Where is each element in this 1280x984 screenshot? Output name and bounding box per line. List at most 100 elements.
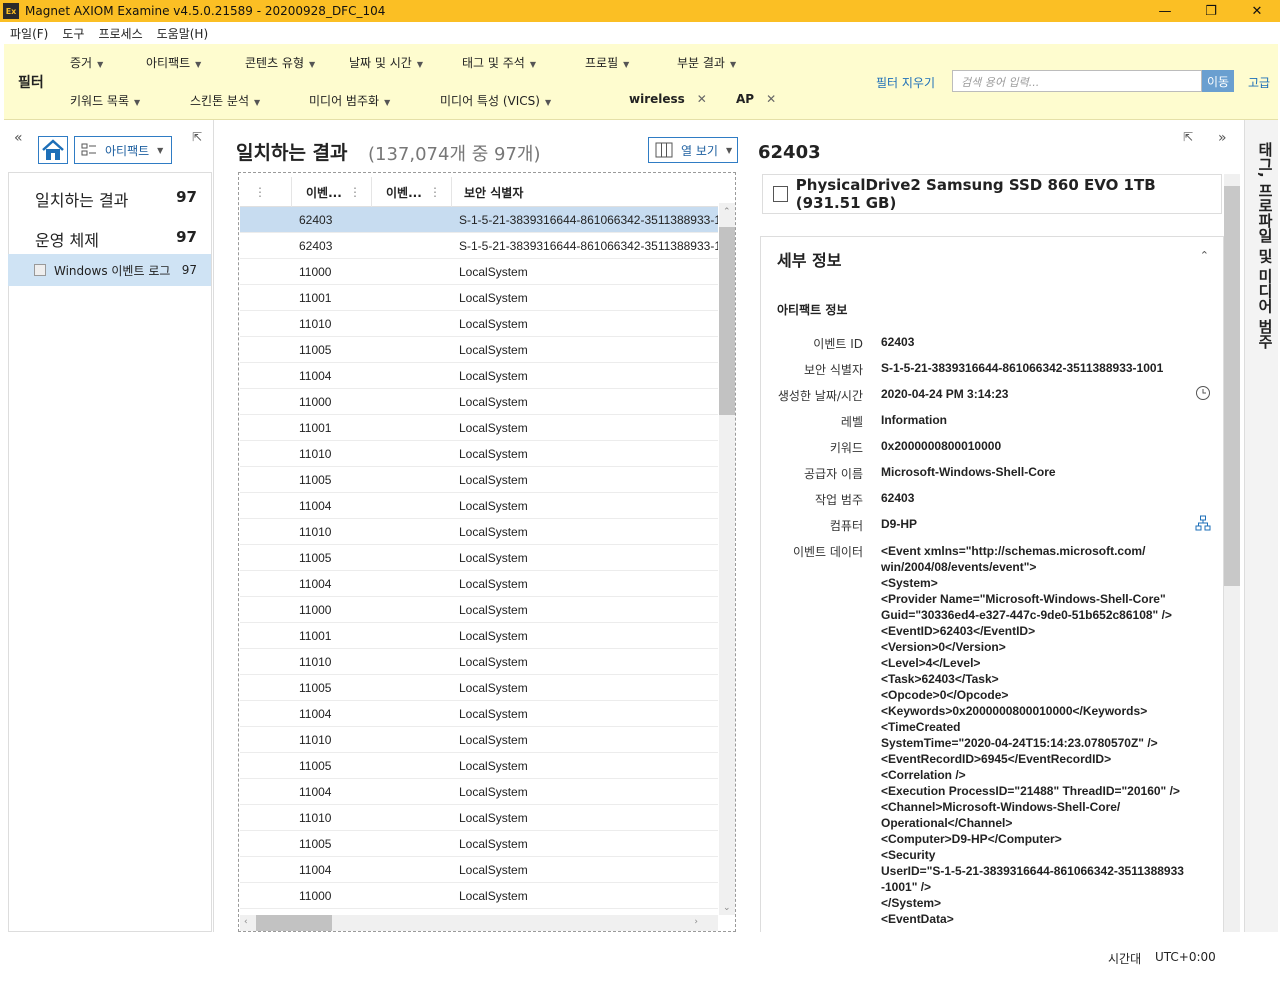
table-row[interactable]: 11005 LocalSystem: [240, 831, 718, 857]
column-menu-icon[interactable]: ⋮: [429, 185, 441, 199]
table-row[interactable]: 11004 LocalSystem: [240, 779, 718, 805]
details-scrollbar[interactable]: [1224, 174, 1240, 932]
nav-windows-event-logs[interactable]: Windows 이벤트 로그 97: [8, 254, 211, 286]
cell-security-id: LocalSystem: [459, 862, 528, 877]
filter-tags-comments[interactable]: 태그 및 주석 ▼: [462, 54, 536, 71]
nav-windows-event-logs-label: Windows 이벤트 로그: [54, 263, 171, 278]
cell-security-id: LocalSystem: [459, 394, 528, 409]
remove-filter-icon[interactable]: ✕: [697, 92, 707, 106]
grid-scroll-thumb[interactable]: [719, 227, 735, 415]
clear-filters-link[interactable]: 필터 지우기: [876, 74, 935, 91]
table-row[interactable]: 11001 LocalSystem: [240, 415, 718, 441]
side-tab-tags-profiles[interactable]: 태그, 프로파일 및 미디어 범주: [1244, 120, 1278, 932]
active-filter-ap[interactable]: AP ✕: [736, 92, 776, 106]
prop-label-event-id: 이벤트 ID: [813, 337, 863, 351]
prop-value-level: Information: [881, 413, 947, 427]
hierarchy-icon[interactable]: [1195, 515, 1211, 531]
details-heading: 세부 정보: [777, 251, 842, 270]
cell-event-id: 11005: [299, 680, 332, 695]
column-menu-icon[interactable]: ⋮: [349, 185, 361, 199]
table-row[interactable]: 11004 LocalSystem: [240, 493, 718, 519]
table-row[interactable]: 11004 LocalSystem: [240, 363, 718, 389]
cell-event-id: 11001: [299, 420, 332, 435]
table-row[interactable]: 11005 LocalSystem: [240, 545, 718, 571]
clock-icon[interactable]: [1195, 385, 1211, 401]
prop-label-event-data: 이벤트 데이터: [792, 545, 863, 559]
table-row[interactable]: 11010 LocalSystem: [240, 519, 718, 545]
close-button[interactable]: ✕: [1234, 0, 1280, 22]
filter-partial-results[interactable]: 부분 결과 ▼: [677, 54, 736, 71]
filter-tags-comments-label: 태그 및 주석: [462, 56, 525, 70]
drag-handle-icon[interactable]: ⋮: [254, 185, 266, 199]
table-row[interactable]: 11001 LocalSystem: [240, 285, 718, 311]
grid-hscroll-thumb[interactable]: [256, 915, 332, 931]
artifact-view-dropdown[interactable]: 아티팩트 ▼: [74, 136, 172, 164]
nav-operating-system[interactable]: 운영 체제: [35, 227, 99, 251]
table-row[interactable]: 11005 LocalSystem: [240, 753, 718, 779]
menu-help[interactable]: 도움말(H): [157, 25, 209, 42]
cell-security-id: LocalSystem: [459, 446, 528, 461]
collapse-right-icon[interactable]: »: [1218, 130, 1227, 146]
nav-matching-results[interactable]: 일치하는 결과: [35, 187, 128, 211]
collapse-left-icon[interactable]: «: [14, 130, 23, 146]
scroll-right-icon[interactable]: ›: [694, 917, 698, 927]
scroll-left-icon[interactable]: ‹: [244, 917, 248, 927]
pin-icon[interactable]: ⇱: [192, 130, 202, 144]
table-row[interactable]: 11005 LocalSystem: [240, 675, 718, 701]
filter-artifacts[interactable]: 아티팩트 ▼: [146, 54, 201, 71]
grid-vertical-scrollbar[interactable]: ⌃ ⌄: [719, 203, 735, 915]
filter-keyword-lists[interactable]: 키워드 목록 ▼: [70, 92, 140, 109]
table-row[interactable]: 11004 LocalSystem: [240, 857, 718, 883]
restore-button[interactable]: ❐: [1188, 0, 1234, 22]
table-row[interactable]: 11010 LocalSystem: [240, 311, 718, 337]
table-row[interactable]: 11000 LocalSystem: [240, 259, 718, 285]
cell-event-id: 11010: [299, 524, 332, 539]
table-row[interactable]: 11000 LocalSystem: [240, 389, 718, 415]
menu-process[interactable]: 프로세스: [98, 25, 142, 42]
table-row[interactable]: 62403 S-1-5-21-3839316644-861066342-35113…: [240, 233, 718, 259]
table-row[interactable]: 11005 LocalSystem: [240, 337, 718, 363]
scroll-up-icon[interactable]: ⌃: [723, 207, 731, 217]
table-row[interactable]: 11010 LocalSystem: [240, 441, 718, 467]
filter-media-attributes[interactable]: 미디어 특성 (VICS) ▼: [440, 92, 551, 109]
search-input[interactable]: 검색 용어 입력...: [952, 70, 1202, 92]
table-row[interactable]: 11004 LocalSystem: [240, 701, 718, 727]
cell-security-id: LocalSystem: [459, 420, 528, 435]
column-header-event-id[interactable]: 이벤... ⋮: [292, 177, 372, 207]
column-header-event-2[interactable]: 이벤... ⋮: [372, 177, 452, 207]
pin-icon[interactable]: ⇱: [1183, 130, 1193, 144]
filter-skin-tone[interactable]: 스킨톤 분석 ▼: [190, 92, 260, 109]
active-filter-wireless[interactable]: wireless ✕: [629, 92, 707, 106]
filter-date-time[interactable]: 날짜 및 시간 ▼: [349, 54, 423, 71]
table-row[interactable]: 11000 LocalSystem: [240, 883, 718, 909]
minimize-button[interactable]: —: [1142, 0, 1188, 22]
filter-label: 필터: [18, 75, 44, 91]
column-header-security-id[interactable]: 보안 식별자: [452, 177, 718, 207]
table-row[interactable]: 11010 LocalSystem: [240, 727, 718, 753]
menu-file[interactable]: 파일(F): [10, 25, 48, 42]
collapse-section-icon[interactable]: ⌃: [1200, 249, 1209, 262]
scroll-down-icon[interactable]: ⌄: [723, 903, 731, 913]
app-icon: Ex: [3, 3, 19, 19]
table-row[interactable]: 11000 LocalSystem: [240, 597, 718, 623]
menu-tools[interactable]: 도구: [62, 25, 84, 42]
table-row[interactable]: 11010 LocalSystem: [240, 805, 718, 831]
filter-evidence[interactable]: 증거 ▼: [70, 54, 103, 71]
table-row[interactable]: 11001 LocalSystem: [240, 623, 718, 649]
filter-content-type[interactable]: 콘텐츠 유형 ▼: [245, 54, 315, 71]
table-row[interactable]: 11010 LocalSystem: [240, 649, 718, 675]
grid-horizontal-scrollbar[interactable]: ‹ ›: [240, 915, 718, 931]
remove-filter-icon[interactable]: ✕: [766, 92, 776, 106]
details-scroll-thumb[interactable]: [1224, 186, 1240, 586]
column-view-button[interactable]: 열 보기 ▼: [648, 137, 738, 163]
filter-media-categorization[interactable]: 미디어 범주화 ▼: [309, 92, 390, 109]
home-button[interactable]: [38, 136, 68, 164]
table-row[interactable]: 11005 LocalSystem: [240, 467, 718, 493]
cell-security-id: LocalSystem: [459, 784, 528, 799]
filter-profile[interactable]: 프로필 ▼: [585, 54, 629, 71]
table-row[interactable]: 62403 S-1-5-21-3839316644-861066342-35113…: [240, 207, 718, 233]
advanced-search-link[interactable]: 고급: [1248, 74, 1270, 91]
table-row[interactable]: 11004 LocalSystem: [240, 571, 718, 597]
search-go-button[interactable]: 이동: [1202, 70, 1234, 92]
timezone-value[interactable]: UTC+0:00: [1155, 950, 1216, 964]
